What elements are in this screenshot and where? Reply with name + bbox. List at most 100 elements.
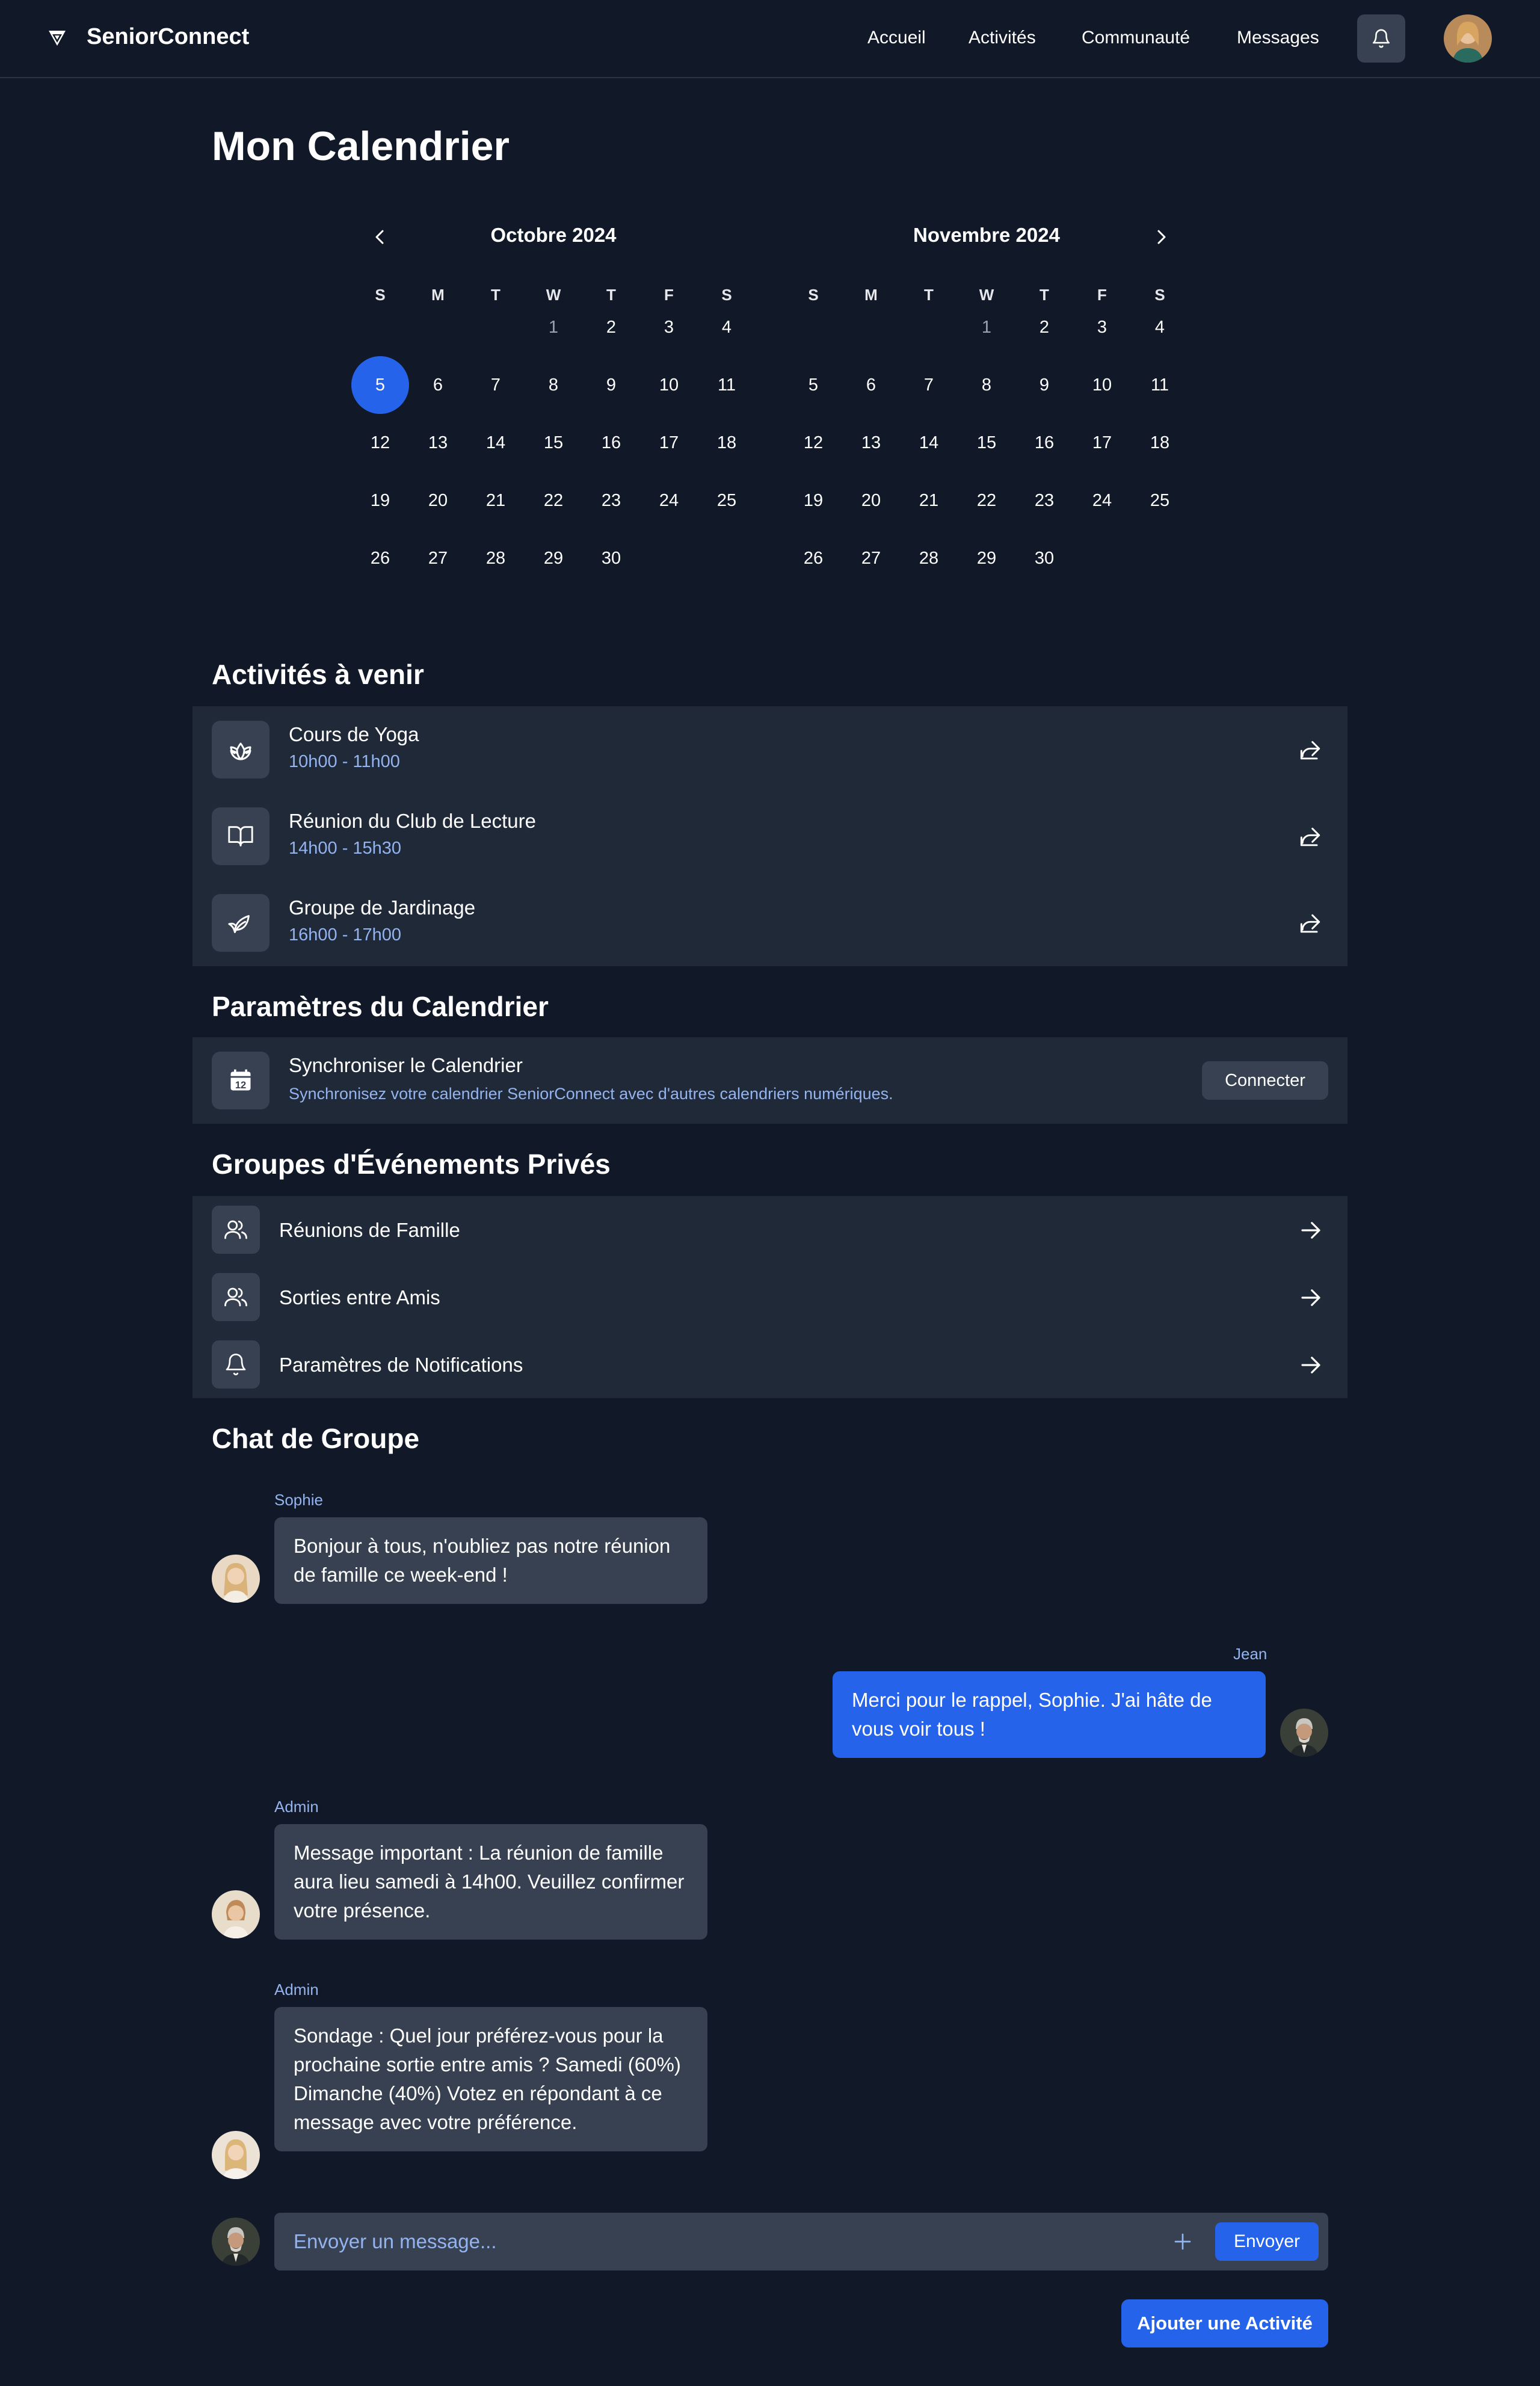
arrow-right-icon[interactable] (1298, 1285, 1323, 1310)
calendar-day[interactable]: 28 (467, 529, 525, 587)
connect-button[interactable]: Connecter (1202, 1061, 1328, 1100)
calendar-day[interactable]: 9 (1015, 356, 1073, 414)
calendar-day[interactable]: 16 (1015, 414, 1073, 472)
calendar-day[interactable]: 19 (784, 472, 842, 529)
chat-title: Chat de Groupe (212, 1423, 420, 1454)
nav-link-activites[interactable]: Activités (969, 28, 1036, 48)
calendar-day[interactable]: 24 (1073, 472, 1131, 529)
calendar-day[interactable]: 22 (958, 472, 1015, 529)
calendar-day[interactable]: 5 (784, 356, 842, 414)
calendar-day[interactable]: 12 (784, 414, 842, 472)
calendar-day[interactable]: 27 (409, 529, 467, 587)
calendar-day[interactable]: 12 (351, 414, 409, 472)
calendar-day[interactable]: 18 (698, 414, 756, 472)
group-item-label[interactable]: Sorties entre Amis (279, 1286, 440, 1309)
calendar-day[interactable]: 23 (1015, 472, 1073, 529)
activity-name: Groupe de Jardinage (289, 896, 476, 919)
calendar-day[interactable]: 15 (525, 414, 582, 472)
brand-name[interactable]: SeniorConnect (87, 24, 249, 50)
calendar-day[interactable]: 6 (409, 356, 467, 414)
calendar-day[interactable]: 29 (958, 529, 1015, 587)
calendar-day[interactable]: 5 (351, 356, 409, 414)
send-button[interactable]: Envoyer (1215, 2222, 1319, 2261)
notifications-button[interactable] (1357, 14, 1405, 63)
message-sender: Admin (274, 1981, 319, 1999)
calendar-day[interactable]: 6 (842, 356, 900, 414)
calendar-day[interactable]: 3 (640, 298, 698, 356)
message-composer: Envoyer (274, 2213, 1328, 2270)
calendar-day[interactable]: 16 (582, 414, 640, 472)
leaf-icon (228, 915, 250, 933)
chevron-left-icon[interactable] (368, 225, 392, 249)
user-avatar[interactable] (1444, 14, 1492, 63)
calendar-day[interactable]: 27 (842, 529, 900, 587)
calendar-day[interactable]: 22 (525, 472, 582, 529)
message-input[interactable] (274, 2213, 1156, 2270)
calendar-day[interactable]: 17 (640, 414, 698, 472)
calendar-day[interactable]: 11 (1131, 356, 1189, 414)
calendar-icon: 12 (230, 1069, 251, 1091)
calendar-day[interactable]: 2 (582, 298, 640, 356)
add-activity-button[interactable]: Ajouter une Activité (1121, 2299, 1328, 2347)
weekday-label: S (375, 285, 386, 304)
calendar-day[interactable]: 8 (525, 356, 582, 414)
message-bubble: Message important : La réunion de famill… (274, 1824, 707, 1940)
calendar-day[interactable]: 13 (409, 414, 467, 472)
calendar-day[interactable]: 10 (640, 356, 698, 414)
calendar-day[interactable]: 14 (900, 414, 958, 472)
share-icon[interactable] (1297, 911, 1323, 937)
calendar-day[interactable]: 1 (525, 298, 582, 356)
share-icon[interactable] (1297, 824, 1323, 851)
calendar-day[interactable]: 21 (900, 472, 958, 529)
arrow-right-icon[interactable] (1298, 1352, 1323, 1378)
sender-avatar (1280, 1709, 1328, 1757)
share-icon[interactable] (1297, 738, 1323, 764)
bell-icon (226, 1354, 246, 1375)
calendar-day[interactable]: 26 (784, 529, 842, 587)
calendar-day[interactable]: 24 (640, 472, 698, 529)
calendar-day[interactable]: 30 (582, 529, 640, 587)
calendar-day[interactable]: 8 (958, 356, 1015, 414)
calendar-day[interactable]: 30 (1015, 529, 1073, 587)
calendar-day[interactable]: 3 (1073, 298, 1131, 356)
calendar-day[interactable]: 4 (1131, 298, 1189, 356)
nav-link-accueil[interactable]: Accueil (867, 28, 926, 48)
calendar-day[interactable]: 2 (1015, 298, 1073, 356)
group-item-label[interactable]: Réunions de Famille (279, 1219, 460, 1242)
calendar-day[interactable]: 21 (467, 472, 525, 529)
calendar-day[interactable]: 19 (351, 472, 409, 529)
arrow-right-icon[interactable] (1298, 1218, 1323, 1243)
calendar-day[interactable]: 28 (900, 529, 958, 587)
nav-link-communaute[interactable]: Communauté (1082, 28, 1190, 48)
calendar-day[interactable]: 20 (409, 472, 467, 529)
calendar-day[interactable]: 29 (525, 529, 582, 587)
activity-name: Réunion du Club de Lecture (289, 810, 536, 832)
calendar-day[interactable]: 1 (958, 298, 1015, 356)
calendar-day[interactable]: 20 (842, 472, 900, 529)
bell-icon (1372, 29, 1390, 48)
calendar-day[interactable]: 26 (351, 529, 409, 587)
nav-link-messages[interactable]: Messages (1237, 28, 1319, 48)
chevron-right-icon[interactable] (1149, 225, 1173, 249)
page-title: Mon Calendrier (212, 123, 510, 169)
calendar-day[interactable]: 15 (958, 414, 1015, 472)
calendar-day[interactable]: 25 (698, 472, 756, 529)
group-item-label[interactable]: Paramètres de Notifications (279, 1354, 523, 1376)
calendar-day[interactable]: 14 (467, 414, 525, 472)
calendar-day[interactable]: 7 (467, 356, 525, 414)
calendar-day[interactable]: 18 (1131, 414, 1189, 472)
calendar-day[interactable]: 17 (1073, 414, 1131, 472)
attach-button[interactable] (1159, 2213, 1207, 2270)
calendar-day[interactable]: 23 (582, 472, 640, 529)
calendar-day[interactable]: 10 (1073, 356, 1131, 414)
calendar-day[interactable]: 25 (1131, 472, 1189, 529)
weekday-label: T (491, 285, 500, 304)
month-title-november: Novembre 2024 (913, 224, 1060, 246)
calendar-day[interactable]: 7 (900, 356, 958, 414)
calendar-day[interactable]: 9 (582, 356, 640, 414)
calendar-day[interactable]: 13 (842, 414, 900, 472)
message-bubble: Merci pour le rappel, Sophie. J'ai hâte … (833, 1671, 1266, 1758)
calendar-day[interactable]: 4 (698, 298, 756, 356)
weekday-label: M (431, 285, 445, 304)
calendar-day[interactable]: 11 (698, 356, 756, 414)
